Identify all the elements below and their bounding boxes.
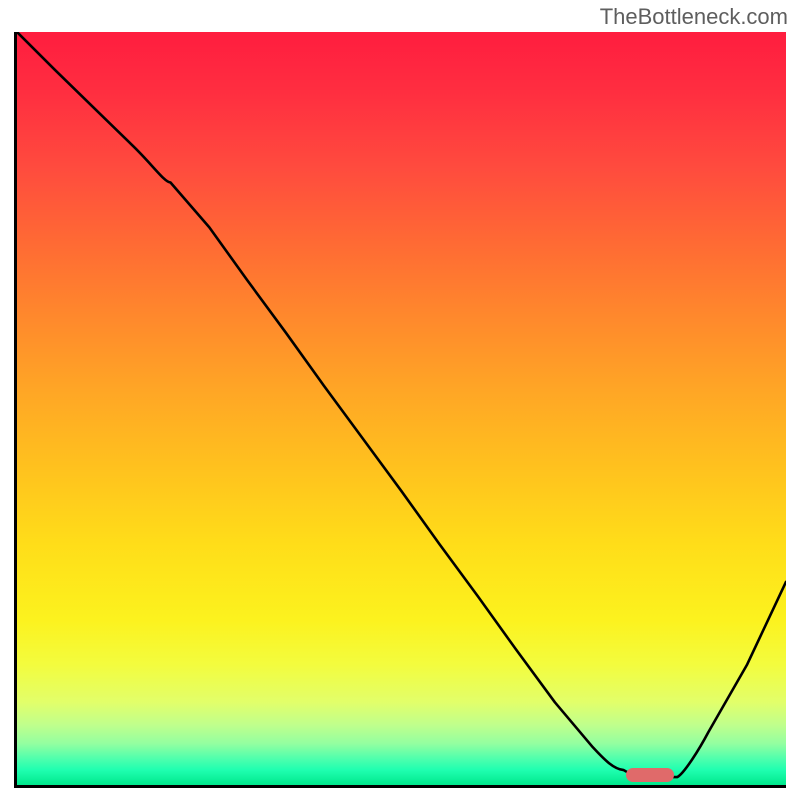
watermark-text: TheBottleneck.com bbox=[600, 4, 788, 30]
optimum-marker bbox=[626, 768, 674, 782]
curve-layer bbox=[17, 32, 786, 785]
bottleneck-curve bbox=[17, 32, 786, 777]
plot-area bbox=[14, 32, 786, 788]
